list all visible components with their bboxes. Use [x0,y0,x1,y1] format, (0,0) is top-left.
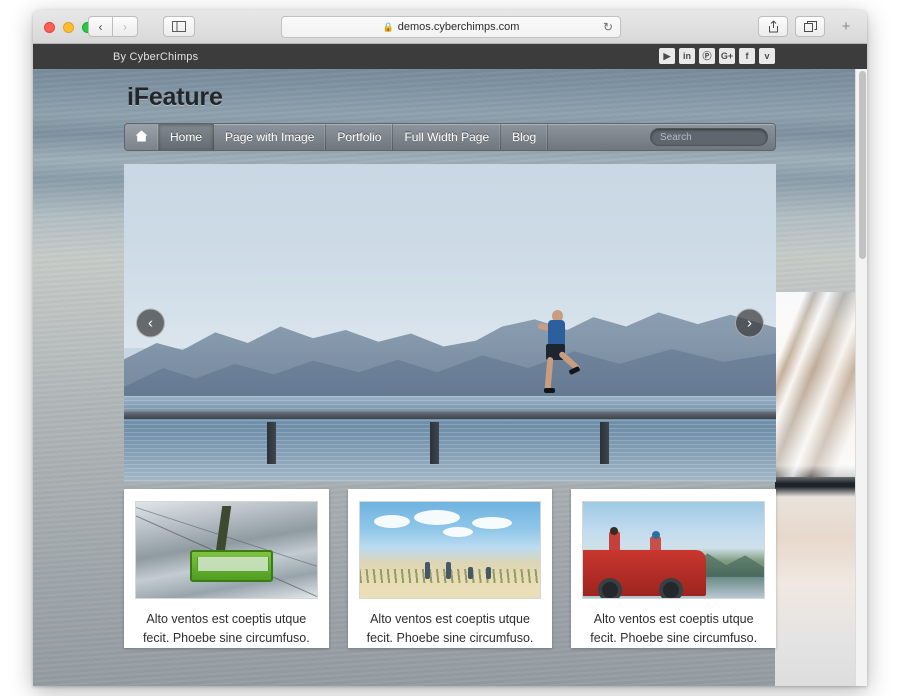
site-topbar: By CyberChimps ▶ in Ⓟ G+ f ᴠ [33,44,867,69]
minimize-window-button[interactable] [63,22,74,33]
show-tabs-button[interactable] [795,16,825,37]
card-image-dunes [358,501,542,599]
hero-pier-leg [430,421,440,464]
chevron-right-icon: › [747,314,752,332]
youtube-glyph: ▶ [663,50,671,61]
sidebar-icon [172,21,186,32]
site-title: iFeature [127,83,223,111]
home-icon [135,130,148,145]
feature-card[interactable]: Alto ventos est coeptis utque fecit. Pho… [571,489,777,648]
plus-icon: + [841,18,851,35]
forward-button[interactable]: › [113,16,138,37]
lock-icon: 🔒 [382,21,394,32]
hero-slider: ‹ › [124,164,776,482]
browser-window: ‹ › 🔒 demos.cyberchimps.com ↻ + By Cyber… [33,10,867,686]
twitter-glyph: ᴠ [764,50,770,61]
feature-card[interactable]: Alto ventos est coeptis utque fecit. Pho… [347,489,553,648]
new-tab-button[interactable]: + [835,16,857,37]
page-scrollbar-thumb[interactable] [859,71,866,259]
googleplus-glyph: G+ [720,50,734,61]
site-byline: By CyberChimps [113,50,199,63]
social-links: ▶ in Ⓟ G+ f ᴠ [659,48,775,64]
nav-home-icon-button[interactable] [125,124,159,150]
nav-item-portfolio[interactable]: Portfolio [326,124,394,150]
facebook-glyph: f [745,50,749,61]
share-icon [768,20,778,33]
search-input[interactable]: Search [650,128,768,146]
chevron-left-icon: ‹ [148,314,153,332]
chevron-right-icon: › [123,19,127,34]
site-content: iFeature Home Page with Image Portfolio … [124,69,777,648]
card-caption: Alto ventos est coeptis utque fecit. Pho… [590,612,758,645]
nav-item-home[interactable]: Home [159,124,215,150]
social-googleplus-icon[interactable]: G+ [719,48,735,64]
hero-pier-leg [599,421,609,464]
slider-prev-button[interactable]: ‹ [136,308,165,338]
hero-water [124,396,776,482]
card-caption: Alto ventos est coeptis utque fecit. Pho… [366,612,534,645]
feature-cards: Alto ventos est coeptis utque fecit. Pho… [124,489,777,648]
show-sidebar-button[interactable] [163,16,195,37]
card-image-jeep [582,501,766,599]
nav-item-page-with-image[interactable]: Page with Image [214,124,327,150]
slider-next-button[interactable]: › [735,308,764,338]
search-placeholder: Search [660,131,692,143]
close-window-button[interactable] [44,22,55,33]
social-linkedin-icon[interactable]: in [679,48,695,64]
social-pinterest-icon[interactable]: Ⓟ [699,48,715,64]
social-youtube-icon[interactable]: ▶ [659,48,675,64]
social-twitter-icon[interactable]: ᴠ [759,48,775,64]
feature-card[interactable]: Alto ventos est coeptis utque fecit. Pho… [124,489,329,648]
nav-item-full-width-page[interactable]: Full Width Page [393,124,502,150]
navigation-buttons: ‹ › [88,16,138,37]
toolbar-right-buttons [758,16,825,37]
hero-runner-figure [528,310,582,400]
hero-pier-leg [267,421,277,464]
page-scrollbar[interactable] [855,69,867,686]
social-facebook-icon[interactable]: f [739,48,755,64]
url-text: demos.cyberchimps.com [397,21,520,33]
browser-toolbar: ‹ › 🔒 demos.cyberchimps.com ↻ + [33,10,867,44]
nav-item-blog[interactable]: Blog [501,124,549,150]
page-background-cliff [775,292,867,686]
pinterest-glyph: Ⓟ [702,50,712,61]
page-viewport: By CyberChimps ▶ in Ⓟ G+ f ᴠ iFeature Ho… [33,44,867,686]
share-button[interactable] [758,16,788,37]
card-image-cable-car [135,501,318,599]
linkedin-glyph: in [683,50,691,61]
reload-icon[interactable]: ↻ [603,20,613,34]
hero-pier-deck [124,410,776,420]
back-button[interactable]: ‹ [88,16,113,37]
show-tabs-icon [803,20,817,32]
primary-navigation: Home Page with Image Portfolio Full Widt… [124,123,776,151]
chevron-left-icon: ‹ [98,19,103,34]
address-bar[interactable]: 🔒 demos.cyberchimps.com ↻ [281,16,621,38]
window-traffic-lights [44,22,93,33]
card-caption: Alto ventos est coeptis utque fecit. Pho… [142,612,310,645]
nav-search-area: Search [650,124,775,150]
